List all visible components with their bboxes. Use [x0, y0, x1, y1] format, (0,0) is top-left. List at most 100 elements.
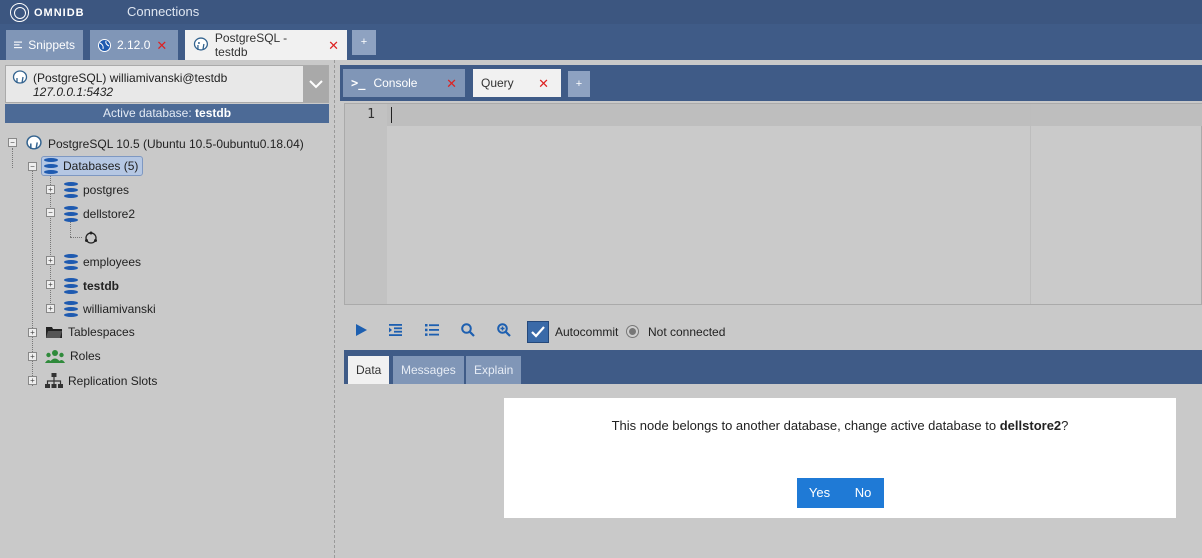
add-tab-button[interactable]: + [352, 30, 376, 55]
top-bar: OMNIDB Connections [0, 0, 1202, 24]
terminal-icon: >_ [351, 76, 366, 90]
collapse-icon[interactable]: − [46, 208, 55, 217]
connection-name: (PostgreSQL) williamivanski@testdb [33, 71, 228, 85]
users-icon [45, 350, 65, 363]
line-number: 1 [367, 107, 375, 122]
roles-label: Roles [70, 349, 101, 363]
active-db-prefix: Active database: [102, 106, 196, 120]
expand-icon[interactable]: + [46, 256, 55, 265]
expand-icon[interactable]: + [28, 376, 37, 385]
tab-label: Query [481, 76, 514, 90]
databases-label: Databases (5) [63, 159, 139, 173]
expand-icon[interactable]: + [28, 352, 37, 361]
tab-data[interactable]: Data [348, 356, 390, 384]
tab-console[interactable]: >_ Console ✕ [343, 69, 465, 97]
tab-label: Snippets [28, 38, 75, 52]
replication-slots-label: Replication Slots [68, 374, 158, 388]
tree-database-dellstore2[interactable]: dellstore2 [64, 206, 135, 222]
tree-roles-node[interactable]: Roles [45, 349, 101, 363]
active-line-highlight [345, 104, 1202, 126]
tree-database-williamivanski[interactable]: williamivanski [64, 301, 156, 317]
tree-tablespaces-node[interactable]: Tablespaces [45, 325, 135, 339]
tab-snippets[interactable]: Snippets [6, 30, 83, 60]
database-icon [44, 158, 58, 174]
autocommit-checkbox[interactable] [527, 321, 549, 343]
connections-link[interactable]: Connections [127, 4, 199, 19]
expand-icon[interactable]: + [46, 304, 55, 313]
tab-postgresql-testdb[interactable]: PostgreSQL - testdb ✕ [185, 30, 347, 60]
collapse-icon[interactable]: − [28, 162, 37, 171]
tab-query[interactable]: Query ✕ [473, 69, 561, 97]
folder-icon [46, 327, 62, 338]
tab-label: PostgreSQL - testdb [214, 31, 288, 59]
tab-label: Console [373, 76, 418, 90]
no-button[interactable]: No [842, 478, 884, 508]
postgresql-icon [193, 37, 209, 51]
list-icon [14, 41, 23, 49]
database-label: postgres [83, 183, 130, 197]
tab-messages[interactable]: Messages [393, 356, 464, 384]
tree-server-node[interactable]: PostgreSQL 10.5 (Ubuntu 10.5-0ubuntu0.18… [25, 135, 304, 152]
server-label: PostgreSQL 10.5 (Ubuntu 10.5-0ubuntu0.18… [48, 136, 304, 151]
database-icon [64, 182, 78, 198]
query-toolbar: Autocommit Not connected [344, 318, 1202, 346]
logo-text: OMNIDB [34, 6, 85, 19]
indent-icon[interactable] [389, 323, 402, 339]
expand-icon[interactable]: + [46, 280, 55, 289]
connection-status-label: Not connected [648, 325, 726, 339]
database-label: employees [83, 255, 142, 269]
add-tab-button[interactable]: + [568, 71, 590, 97]
message-db-name: dellstore2 [999, 418, 1062, 433]
yes-button[interactable]: Yes [797, 478, 842, 508]
globe-icon [98, 38, 111, 52]
text-cursor [391, 107, 392, 123]
tab-explain[interactable]: Explain [466, 356, 522, 384]
close-icon[interactable]: ✕ [446, 77, 457, 90]
tree-replication-slots-node[interactable]: Replication Slots [45, 373, 157, 389]
connection-selector[interactable]: (PostgreSQL) williamivanski@testdb 127.0… [5, 65, 329, 103]
tree-loading-node [84, 231, 98, 245]
tablespaces-label: Tablespaces [68, 325, 135, 339]
connection-host: 127.0.0.1:5432 [33, 85, 114, 99]
database-label: testdb [83, 279, 119, 293]
database-icon [64, 301, 78, 317]
sql-editor[interactable]: 1 [344, 103, 1202, 305]
confirm-dialog: This node belongs to another database, c… [504, 398, 1176, 518]
chevron-down-icon[interactable] [303, 66, 328, 102]
tree-database-employees[interactable]: employees [64, 254, 141, 270]
inner-tab-bar: >_ Console ✕ Query ✕ + [340, 65, 1202, 101]
tree-database-postgres[interactable]: postgres [64, 182, 129, 198]
play-icon[interactable] [355, 323, 368, 340]
editor-gutter: 1 [345, 104, 387, 304]
outer-tab-bar: Snippets 2.12.0 ✕ PostgreSQL - testdb ✕ … [0, 24, 1202, 60]
active-database-bar: Active database: testdb [5, 104, 329, 123]
panel-splitter[interactable] [334, 60, 335, 558]
close-icon[interactable]: ✕ [538, 77, 549, 90]
list-icon[interactable] [425, 323, 439, 339]
postgresql-icon [12, 70, 28, 84]
expand-icon[interactable]: + [28, 328, 37, 337]
tab-label: 2.12.0 [117, 38, 151, 52]
postgresql-icon [26, 135, 42, 150]
database-label: williamivanski [83, 302, 156, 316]
dialog-message: This node belongs to another database, c… [504, 418, 1176, 433]
tab-version[interactable]: 2.12.0 ✕ [90, 30, 178, 60]
search-icon[interactable] [461, 323, 475, 340]
message-text: This node belongs to another database, c… [611, 418, 1000, 433]
autocommit-label: Autocommit [555, 325, 619, 339]
tree-databases-node[interactable]: Databases (5) [41, 156, 144, 176]
omnidb-logo[interactable]: OMNIDB [10, 3, 85, 22]
print-margin [1030, 104, 1031, 304]
sitemap-icon [45, 373, 63, 388]
close-icon[interactable]: ✕ [156, 39, 167, 52]
zoom-in-icon[interactable] [497, 323, 511, 340]
expand-icon[interactable]: + [46, 185, 55, 194]
database-icon [64, 206, 78, 222]
collapse-icon[interactable]: − [8, 138, 17, 147]
active-db-name: testdb [195, 106, 232, 120]
tree-database-testdb[interactable]: testdb [64, 278, 119, 294]
message-suffix: ? [1061, 418, 1069, 433]
omnidb-logo-icon [10, 3, 29, 22]
close-icon[interactable]: ✕ [328, 39, 339, 52]
loading-spinner-icon [85, 231, 97, 244]
